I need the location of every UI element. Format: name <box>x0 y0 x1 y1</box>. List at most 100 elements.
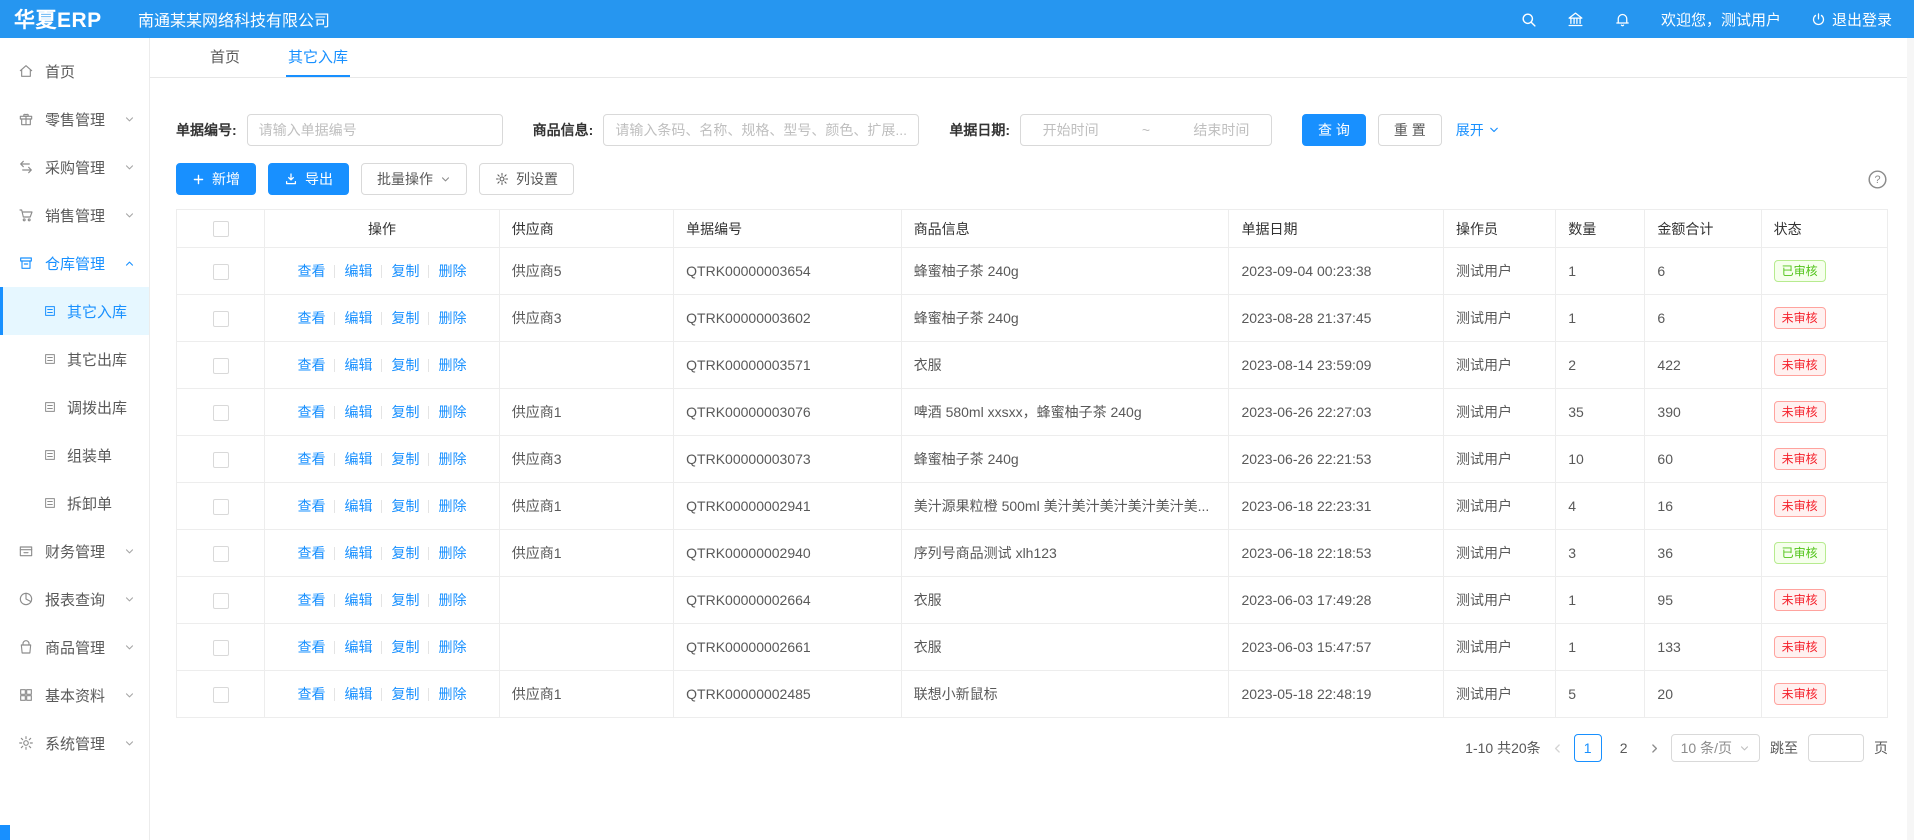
action-link-edit[interactable]: 编辑 <box>344 402 372 422</box>
action-link-delete[interactable]: 删除 <box>438 543 466 563</box>
page-number-1[interactable]: 1 <box>1574 734 1602 762</box>
action-link-copy[interactable]: 复制 <box>391 449 419 469</box>
action-link-edit[interactable]: 编辑 <box>344 496 372 516</box>
bell-icon[interactable] <box>1614 11 1631 28</box>
action-link-view[interactable]: 查看 <box>297 261 325 281</box>
sidebar-item-sales[interactable]: 销售管理 <box>0 191 149 239</box>
action-link-view[interactable]: 查看 <box>297 496 325 516</box>
action-link-delete[interactable]: 删除 <box>438 637 466 657</box>
cell-date: 2023-06-18 22:23:31 <box>1229 483 1444 530</box>
action-link-edit[interactable]: 编辑 <box>344 684 372 704</box>
action-link-view[interactable]: 查看 <box>297 449 325 469</box>
action-link-delete[interactable]: 删除 <box>438 496 466 516</box>
page-size-select[interactable]: 10 条/页 <box>1671 734 1760 762</box>
action-link-edit[interactable]: 编辑 <box>344 355 372 375</box>
sidebar-item-purchase[interactable]: 采购管理 <box>0 143 149 191</box>
help-icon[interactable]: ? <box>1867 169 1888 190</box>
action-link-copy[interactable]: 复制 <box>391 496 419 516</box>
select-all-checkbox[interactable] <box>213 221 229 237</box>
cell-product: 蜂蜜柚子茶 240g <box>901 295 1229 342</box>
sidebar-item-label: 报表查询 <box>45 589 105 610</box>
action-link-edit[interactable]: 编辑 <box>344 308 372 328</box>
tab-other-inbound[interactable]: 其它入库 <box>286 38 350 77</box>
action-link-view[interactable]: 查看 <box>297 543 325 563</box>
batch-operations-button[interactable]: 批量操作 <box>361 163 467 195</box>
action-link-copy[interactable]: 复制 <box>391 543 419 563</box>
action-link-edit[interactable]: 编辑 <box>344 543 372 563</box>
action-link-copy[interactable]: 复制 <box>391 355 419 375</box>
row-checkbox[interactable] <box>213 546 229 562</box>
table-row: 查看编辑复制删除QTRK00000003571衣服2023-08-14 23:5… <box>177 342 1888 389</box>
row-checkbox[interactable] <box>213 405 229 421</box>
sidebar-menu: 首页零售管理采购管理销售管理仓库管理其它入库其它出库调拨出库组装单拆卸单财务管理… <box>0 38 150 840</box>
table-header-row: 操作供应商单据编号商品信息单据日期操作员数量金额合计状态 <box>177 210 1888 248</box>
action-link-view[interactable]: 查看 <box>297 402 325 422</box>
action-link-delete[interactable]: 删除 <box>438 590 466 610</box>
row-checkbox[interactable] <box>213 687 229 703</box>
action-link-view[interactable]: 查看 <box>297 590 325 610</box>
product-info-input[interactable] <box>603 114 919 146</box>
bill-no-input[interactable] <box>247 114 503 146</box>
sidebar-item-basic[interactable]: 基本资料 <box>0 671 149 719</box>
expand-link[interactable]: 展开 <box>1456 120 1500 140</box>
scrollbar[interactable] <box>1907 38 1914 840</box>
export-button[interactable]: 导出 <box>268 163 349 195</box>
sidebar-item-system[interactable]: 系统管理 <box>0 719 149 767</box>
sidebar-item-retail[interactable]: 零售管理 <box>0 95 149 143</box>
action-link-copy[interactable]: 复制 <box>391 637 419 657</box>
action-link-copy[interactable]: 复制 <box>391 684 419 704</box>
action-link-copy[interactable]: 复制 <box>391 261 419 281</box>
add-button[interactable]: 新增 <box>176 163 256 195</box>
sidebar-item-warehouse[interactable]: 仓库管理 <box>0 239 149 287</box>
action-separator <box>334 359 335 372</box>
action-link-edit[interactable]: 编辑 <box>344 637 372 657</box>
sidebar-subitem-disassembly[interactable]: 拆卸单 <box>0 479 149 527</box>
action-link-delete[interactable]: 删除 <box>438 261 466 281</box>
logout-button[interactable]: 退出登录 <box>1811 9 1892 30</box>
chevron-down-icon <box>124 642 135 653</box>
bank-icon[interactable] <box>1567 11 1584 28</box>
action-link-view[interactable]: 查看 <box>297 308 325 328</box>
action-link-copy[interactable]: 复制 <box>391 590 419 610</box>
sidebar-item-home[interactable]: 首页 <box>0 47 149 95</box>
action-link-view[interactable]: 查看 <box>297 684 325 704</box>
sidebar-subitem-transfer-out[interactable]: 调拨出库 <box>0 383 149 431</box>
action-link-delete[interactable]: 删除 <box>438 402 466 422</box>
row-checkbox[interactable] <box>213 499 229 515</box>
action-link-delete[interactable]: 删除 <box>438 308 466 328</box>
prev-page-button[interactable] <box>1551 742 1564 755</box>
action-link-view[interactable]: 查看 <box>297 637 325 657</box>
page-unit-label: 页 <box>1874 738 1888 758</box>
action-link-view[interactable]: 查看 <box>297 355 325 375</box>
action-link-delete[interactable]: 删除 <box>438 684 466 704</box>
row-checkbox[interactable] <box>213 264 229 280</box>
action-link-delete[interactable]: 删除 <box>438 355 466 375</box>
row-checkbox[interactable] <box>213 311 229 327</box>
sidebar-subitem-assembly[interactable]: 组装单 <box>0 431 149 479</box>
sidebar-subitem-other-in[interactable]: 其它入库 <box>0 287 149 335</box>
page-number-2[interactable]: 2 <box>1610 734 1638 762</box>
sidebar-subitem-other-out[interactable]: 其它出库 <box>0 335 149 383</box>
sidebar-collapse-strip[interactable] <box>0 825 10 840</box>
action-link-edit[interactable]: 编辑 <box>344 590 372 610</box>
next-page-button[interactable] <box>1648 742 1661 755</box>
column-settings-button[interactable]: 列设置 <box>479 163 574 195</box>
sidebar-item-goods[interactable]: 商品管理 <box>0 623 149 671</box>
tab-home[interactable]: 首页 <box>208 38 242 77</box>
row-checkbox[interactable] <box>213 640 229 656</box>
sidebar-item-report[interactable]: 报表查询 <box>0 575 149 623</box>
action-link-copy[interactable]: 复制 <box>391 308 419 328</box>
reset-button[interactable]: 重 置 <box>1378 114 1442 146</box>
action-link-copy[interactable]: 复制 <box>391 402 419 422</box>
action-link-delete[interactable]: 删除 <box>438 449 466 469</box>
row-checkbox[interactable] <box>213 452 229 468</box>
jump-page-input[interactable] <box>1808 734 1864 762</box>
row-checkbox[interactable] <box>213 593 229 609</box>
row-checkbox[interactable] <box>213 358 229 374</box>
date-range-input[interactable]: 开始时间 ~ 结束时间 <box>1020 114 1272 146</box>
sidebar-item-finance[interactable]: 财务管理 <box>0 527 149 575</box>
action-link-edit[interactable]: 编辑 <box>344 449 372 469</box>
search-button[interactable]: 查 询 <box>1302 114 1366 146</box>
search-icon[interactable] <box>1520 11 1537 28</box>
action-link-edit[interactable]: 编辑 <box>344 261 372 281</box>
